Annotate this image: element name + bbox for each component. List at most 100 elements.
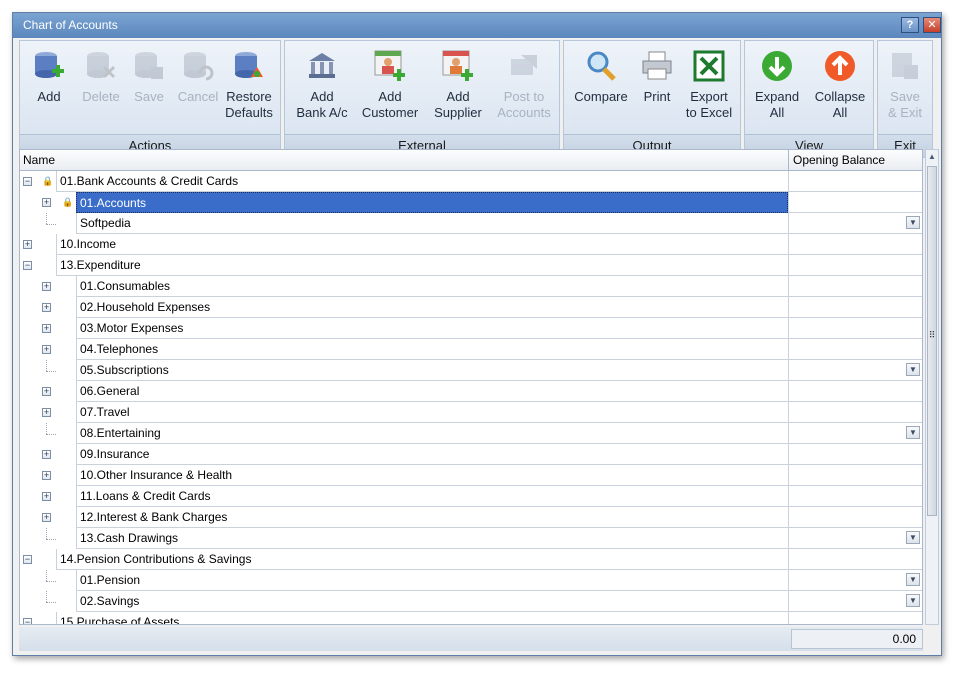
compare-button[interactable]: Compare [568, 45, 634, 133]
table-row[interactable]: +07.Travel [20, 402, 922, 423]
account-name[interactable]: 01.Bank Accounts & Credit Cards [56, 171, 788, 192]
collapse-icon[interactable]: − [23, 555, 32, 564]
opening-balance-cell[interactable]: ▼ [788, 528, 922, 549]
account-name[interactable]: 03.Motor Expenses [76, 318, 788, 339]
table-row[interactable]: 02.Savings ▼ [20, 591, 922, 612]
table-row[interactable]: 01.Pension ▼ [20, 570, 922, 591]
table-row[interactable]: 13.Cash Drawings ▼ [20, 528, 922, 549]
table-row[interactable]: +09.Insurance [20, 444, 922, 465]
grip-icon[interactable]: ⠿ [926, 330, 938, 341]
opening-balance-cell[interactable] [788, 507, 922, 528]
account-name[interactable]: 01.Consumables [76, 276, 788, 297]
expand-icon[interactable]: + [42, 513, 51, 522]
account-name[interactable]: Softpedia [76, 213, 788, 234]
chevron-down-icon[interactable]: ▼ [906, 594, 920, 607]
table-row[interactable]: + 🔒 01.Accounts [20, 192, 922, 213]
post-to-accounts-button[interactable]: Post to Accounts [491, 45, 557, 133]
table-row[interactable]: +01.Consumables [20, 276, 922, 297]
opening-balance-cell[interactable]: ▼ [788, 213, 922, 234]
table-row[interactable]: +10.Other Insurance & Health [20, 465, 922, 486]
expand-icon[interactable]: + [42, 324, 51, 333]
table-row[interactable]: +10.Income [20, 234, 922, 255]
account-name[interactable]: 13.Cash Drawings [76, 528, 788, 549]
account-name[interactable]: 12.Interest & Bank Charges [76, 507, 788, 528]
vertical-scrollbar[interactable]: ▲ ⠿ [925, 149, 939, 625]
expand-icon[interactable]: + [23, 240, 32, 249]
table-row[interactable]: +03.Motor Expenses [20, 318, 922, 339]
scroll-up-icon[interactable]: ▲ [926, 150, 938, 164]
add-customer-button[interactable]: Add Customer [357, 45, 423, 133]
chevron-down-icon[interactable]: ▼ [906, 573, 920, 586]
opening-balance-cell[interactable] [788, 444, 922, 465]
opening-balance-cell[interactable] [788, 255, 922, 276]
expand-icon[interactable]: + [42, 492, 51, 501]
account-name[interactable]: 05.Subscriptions [76, 360, 788, 381]
add-button[interactable]: Add [24, 45, 74, 133]
account-name[interactable]: 08.Entertaining [76, 423, 788, 444]
account-name[interactable]: 15.Purchase of Assets [56, 612, 788, 624]
opening-balance-cell[interactable]: ▼ [788, 570, 922, 591]
table-row[interactable]: 08.Entertaining ▼ [20, 423, 922, 444]
add-bank-account-button[interactable]: Add Bank A/c [289, 45, 355, 133]
table-row[interactable]: +02.Household Expenses [20, 297, 922, 318]
table-row[interactable]: Softpedia ▼ [20, 213, 922, 234]
collapse-icon[interactable]: − [23, 177, 32, 186]
chevron-down-icon[interactable]: ▼ [906, 216, 920, 229]
opening-balance-cell[interactable] [788, 297, 922, 318]
print-button[interactable]: Print [634, 45, 680, 133]
table-row[interactable]: 05.Subscriptions ▼ [20, 360, 922, 381]
chevron-down-icon[interactable]: ▼ [906, 426, 920, 439]
expand-icon[interactable]: + [42, 450, 51, 459]
add-supplier-button[interactable]: Add Supplier [425, 45, 491, 133]
account-name[interactable]: 02.Savings [76, 591, 788, 612]
opening-balance-cell[interactable]: ▼ [788, 360, 922, 381]
opening-balance-cell[interactable] [788, 381, 922, 402]
account-name[interactable]: 02.Household Expenses [76, 297, 788, 318]
opening-balance-cell[interactable] [788, 549, 922, 570]
account-name[interactable]: 14.Pension Contributions & Savings [56, 549, 788, 570]
save-button[interactable]: Save [124, 45, 174, 133]
opening-balance-cell[interactable] [788, 402, 922, 423]
collapse-all-button[interactable]: Collapse All [807, 45, 873, 133]
collapse-icon[interactable]: − [23, 618, 32, 624]
opening-balance-cell[interactable] [788, 465, 922, 486]
table-row[interactable]: − 🔒 01.Bank Accounts & Credit Cards [20, 171, 922, 192]
expand-icon[interactable]: + [42, 387, 51, 396]
table-row[interactable]: − 13.Expenditure [20, 255, 922, 276]
opening-balance-cell[interactable] [788, 339, 922, 360]
accounts-tree-grid[interactable]: Name Opening Balance − 🔒 01.Bank Accounts … [19, 149, 923, 625]
opening-balance-cell[interactable] [788, 486, 922, 507]
table-row[interactable]: +12.Interest & Bank Charges [20, 507, 922, 528]
chevron-down-icon[interactable]: ▼ [906, 363, 920, 376]
opening-balance-cell[interactable]: ▼ [788, 423, 922, 444]
opening-balance-column-header[interactable]: Opening Balance [788, 150, 922, 170]
expand-icon[interactable]: + [42, 282, 51, 291]
expand-icon[interactable]: + [42, 303, 51, 312]
account-name[interactable]: 13.Expenditure [56, 255, 788, 276]
account-name[interactable]: 09.Insurance [76, 444, 788, 465]
cancel-button[interactable]: Cancel [170, 45, 226, 133]
account-name[interactable]: 07.Travel [76, 402, 788, 423]
account-name[interactable]: 11.Loans & Credit Cards [76, 486, 788, 507]
account-name[interactable]: 10.Other Insurance & Health [76, 465, 788, 486]
table-row[interactable]: +11.Loans & Credit Cards [20, 486, 922, 507]
account-name[interactable]: 01.Accounts [76, 192, 788, 213]
opening-balance-cell[interactable] [788, 192, 922, 213]
opening-balance-cell[interactable] [788, 612, 922, 624]
table-row[interactable]: − 15.Purchase of Assets [20, 612, 922, 624]
close-button[interactable]: ✕ [923, 17, 941, 33]
restore-defaults-button[interactable]: Restore Defaults [220, 45, 278, 133]
export-to-excel-button[interactable]: Export to Excel [680, 45, 738, 133]
account-name[interactable]: 01.Pension [76, 570, 788, 591]
save-and-exit-button[interactable]: Save & Exit [880, 45, 930, 133]
scroll-thumb[interactable] [927, 166, 937, 516]
collapse-icon[interactable]: − [23, 261, 32, 270]
table-row[interactable]: − 14.Pension Contributions & Savings [20, 549, 922, 570]
name-column-header[interactable]: Name [23, 153, 55, 167]
delete-button[interactable]: Delete [76, 45, 126, 133]
chevron-down-icon[interactable]: ▼ [906, 531, 920, 544]
table-row[interactable]: +06.General [20, 381, 922, 402]
expand-icon[interactable]: + [42, 345, 51, 354]
table-row[interactable]: +04.Telephones [20, 339, 922, 360]
help-button[interactable]: ? [901, 17, 919, 33]
